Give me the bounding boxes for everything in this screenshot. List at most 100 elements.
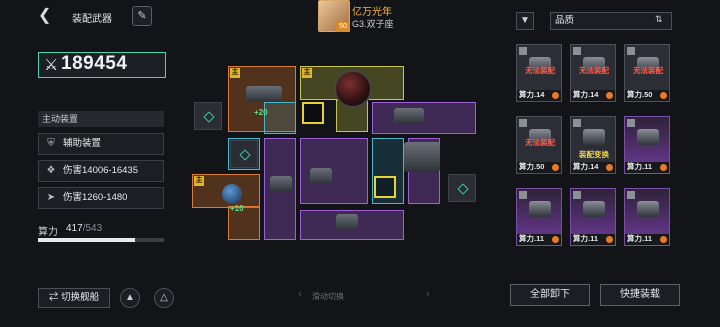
slot-yellow-top[interactable] [300,66,404,100]
slot-purple-left[interactable] [264,138,296,240]
sort-label: 品质 [555,15,575,26]
railgun-module-icon[interactable] [246,86,282,102]
compute-label: 算力 [38,227,58,238]
slot-purple-top[interactable] [372,102,476,134]
lock-icon [519,47,527,55]
player-level-badge: 50 [336,22,350,32]
turret-module-icon[interactable] [270,176,292,192]
main-tag: 主 [230,68,240,78]
page-title: 装配武器 [72,14,112,25]
card-cost: 算力.50 [627,90,653,99]
single-missile-icon: ➤ [46,192,56,203]
card-status: 装配变换 [579,150,609,159]
upgrade-dot-icon [552,164,559,171]
card-cost: 算力.11 [627,162,653,171]
card-cost: 算力.11 [573,234,599,243]
compute-used: 417 [66,223,83,234]
wing-icon: ▲ [125,292,135,303]
slot-purple-right[interactable] [408,138,440,204]
damage-multi-label: 伤害14006-16435 [63,165,138,176]
quick-equip-button[interactable]: 快捷装载 [600,284,680,306]
lock-icon [519,191,527,199]
compute-bar-fill [38,238,135,242]
damage-multi-item[interactable]: ❖ 伤害14006-16435 [38,160,164,182]
selected-module-icon[interactable] [374,176,396,198]
slide-right-icon[interactable]: › [426,288,430,300]
equipment-card[interactable]: 无法装配算力.14 [570,44,616,102]
slide-left-icon[interactable]: ‹ [298,288,302,300]
turret-module-icon[interactable] [336,214,358,230]
compute-total: /543 [82,223,103,234]
empty-slot-icon[interactable] [194,102,222,130]
card-cost: 算力.11 [519,234,545,243]
lock-icon [627,47,635,55]
main-tag: 主 [302,68,312,78]
slot-cyan-c[interactable] [228,138,260,170]
equipment-card[interactable]: 算力.11 [624,188,670,246]
auxiliary-gear-item[interactable]: ⛨ 辅助装置 [38,133,164,155]
upgrade-dot-icon [606,92,613,99]
slot-purple-bottom[interactable] [300,210,404,240]
card-status: 无法装配 [579,66,609,75]
player-subtitle: G3.双子座 [352,19,394,29]
swap-icon: ⇄ [48,292,62,303]
damage-single-item[interactable]: ➤ 伤害1260-1480 [38,187,164,209]
bonus-value: +10 [230,204,244,213]
slot-orange-left[interactable] [192,174,260,208]
empty-slot-icon[interactable] [448,174,476,202]
card-cost: 算力.14 [519,90,545,99]
card-status: 无法装配 [633,66,663,75]
equipment-card[interactable]: 算力.11 [516,188,562,246]
slot-cyan-a[interactable] [264,102,296,134]
equipment-card[interactable]: 算力.11 [570,188,616,246]
triangle-icon: △ [160,292,168,303]
upgrade-dot-icon [660,236,667,243]
module-thumbnail-icon [529,201,551,217]
equipment-card[interactable]: 无法装配 算力.50 [516,116,562,174]
lock-icon [519,119,527,127]
sort-icon[interactable]: ⇅ [655,14,663,25]
turret-module-icon[interactable] [394,108,424,124]
pen-icon[interactable]: ✎ [132,6,152,26]
unload-all-button[interactable]: 全部卸下 [510,284,590,306]
empty-slot-icon[interactable] [230,140,258,168]
equipment-card[interactable]: 算力.11 [624,116,670,174]
turret-module-icon[interactable] [310,168,332,184]
slide-hint: 滑动切换 [312,292,344,301]
shield-module-icon[interactable] [222,184,242,204]
active-gear-section-label: 主动装置 [38,111,164,127]
slot-cyan-b[interactable] [372,138,404,204]
sphere-module-icon[interactable] [334,70,372,108]
filter-icon[interactable]: ▼ [516,12,534,30]
sort-dropdown[interactable]: 品质 [550,12,672,30]
slot-purple-center[interactable] [300,138,368,204]
upgrade-dot-icon [660,92,667,99]
card-status: 无法装配 [525,66,555,75]
switch-ship-label: 切换舰船 [61,292,100,303]
multi-missile-icon: ❖ [46,165,56,176]
module-thumbnail-icon [583,129,605,145]
equipment-card[interactable]: 装配变换算力.14 [570,116,616,174]
slot-orange-top[interactable] [228,66,296,132]
equipment-card[interactable]: 无法装配算力.50 [624,44,670,102]
selected-module-icon[interactable] [302,102,324,124]
switch-ship-button[interactable]: ⇄ 切换舰船 [38,288,110,308]
emblem-button-b[interactable]: △ [154,288,174,308]
slot-orange-bottom[interactable] [228,206,260,240]
emblem-button-a[interactable]: ▲ [120,288,140,308]
player-name: 亿万光年 [352,7,392,18]
module-thumbnail-icon [637,201,659,217]
slot-yellow-mid[interactable] [336,100,368,132]
equipment-card[interactable]: 无法装配算力.14 [516,44,562,102]
heavy-turret-module-icon[interactable] [404,142,440,172]
card-cost: 算力.14 [573,90,599,99]
card-cost: 算力.14 [573,162,599,171]
power-value: 189454 [61,53,128,74]
auxiliary-gear-label: 辅助装置 [63,138,102,149]
upgrade-dot-icon [552,236,559,243]
lock-icon [573,191,581,199]
lock-icon [573,119,581,127]
upgrade-dot-icon [606,236,613,243]
back-arrow-icon[interactable]: ❮ [38,8,52,24]
upgrade-dot-icon [660,164,667,171]
